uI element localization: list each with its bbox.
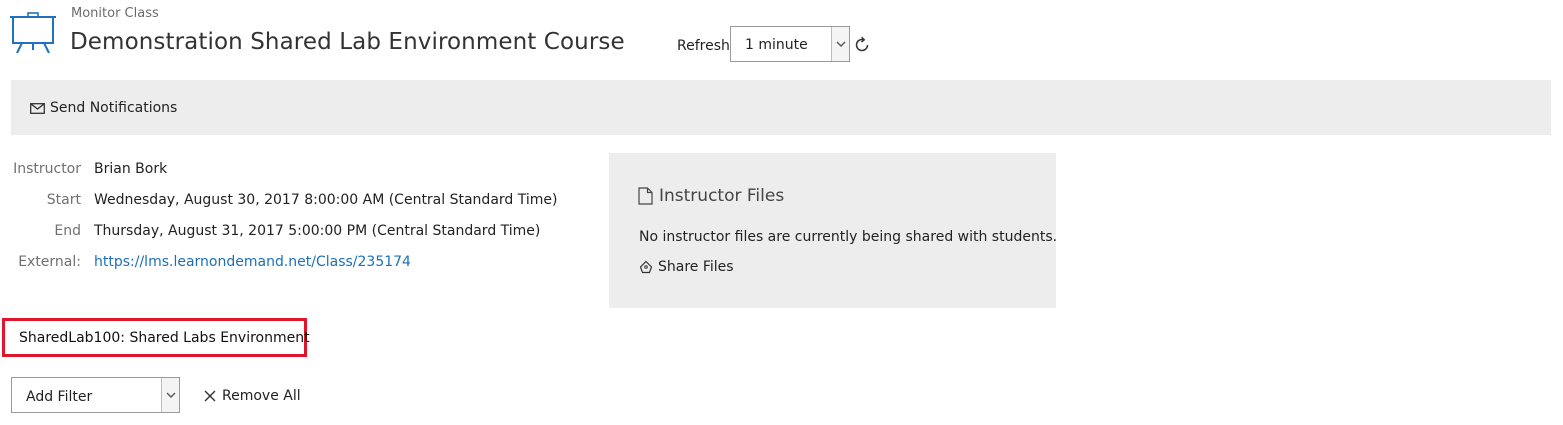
action-toolbar (11, 80, 1551, 135)
presentation-board-icon (10, 12, 56, 54)
external-label: External: (18, 254, 81, 270)
refresh-icon[interactable] (853, 36, 871, 54)
document-icon (638, 187, 653, 205)
lab-label: SharedLab100: Shared Labs Environment (19, 329, 310, 346)
instructor-value: Brian Bork (94, 161, 168, 177)
share-files-button[interactable]: Share Files (638, 259, 734, 275)
refresh-label: Refresh (677, 38, 730, 54)
chevron-down-icon[interactable] (831, 27, 849, 61)
send-notifications-button[interactable]: Send Notifications (30, 100, 177, 116)
add-filter-value: Add Filter (26, 389, 93, 405)
send-notifications-label: Send Notifications (50, 100, 178, 116)
share-icon (639, 260, 653, 274)
instructor-files-title: Instructor Files (659, 186, 785, 206)
end-label: End (54, 223, 81, 239)
add-filter-select[interactable]: Add Filter (11, 377, 180, 413)
share-files-label: Share Files (658, 259, 734, 275)
lab-link[interactable]: SharedLab100: Shared Labs Environment (2, 318, 310, 357)
envelope-icon (30, 102, 45, 114)
page-title: Demonstration Shared Lab Environment Cou… (70, 29, 625, 55)
refresh-interval-value: 1 minute (745, 37, 808, 53)
remove-all-button[interactable]: Remove All (204, 388, 301, 404)
instructor-label: Instructor (13, 161, 81, 177)
chevron-down-icon[interactable] (161, 378, 179, 412)
instructor-files-heading: Instructor Files (638, 186, 784, 206)
close-icon (204, 390, 216, 402)
refresh-interval-select[interactable]: 1 minute (730, 26, 850, 62)
start-value: Wednesday, August 30, 2017 8:00:00 AM (C… (94, 192, 558, 208)
end-value: Thursday, August 31, 2017 5:00:00 PM (Ce… (94, 223, 541, 239)
breadcrumb: Monitor Class (71, 6, 159, 21)
external-link[interactable]: https://lms.learnondemand.net/Class/2351… (94, 254, 411, 270)
instructor-files-message: No instructor files are currently being … (639, 229, 1058, 245)
start-label: Start (46, 192, 81, 208)
remove-all-label: Remove All (222, 388, 301, 404)
